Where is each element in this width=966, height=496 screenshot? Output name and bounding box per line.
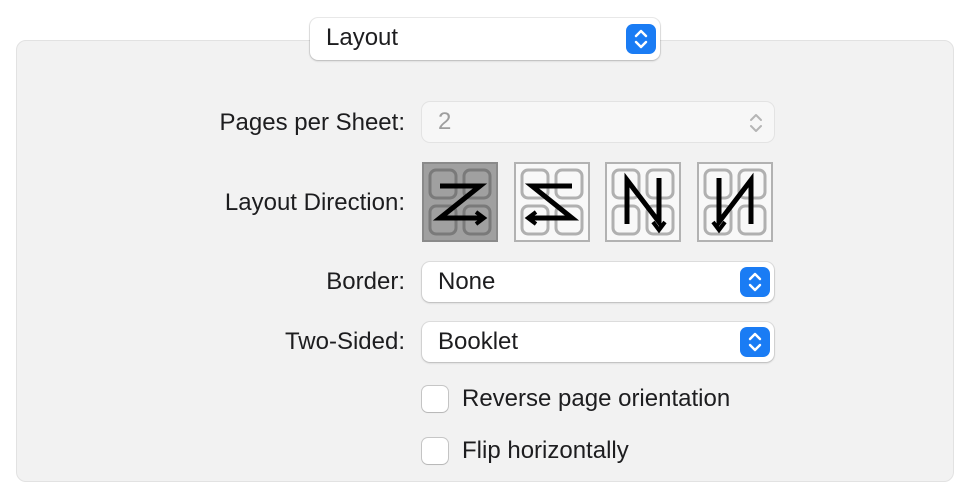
two-sided-value: Booklet xyxy=(438,328,519,355)
reverse-orientation-label[interactable]: Reverse page orientation xyxy=(462,384,730,414)
layout-direction-reverse-z-button[interactable] xyxy=(514,162,590,242)
pages-per-sheet-popup: 2 xyxy=(422,102,774,142)
section-popup-value: Layout xyxy=(326,24,399,51)
flip-horizontally-label[interactable]: Flip horizontally xyxy=(462,436,629,466)
layout-direction-label: Layout Direction: xyxy=(224,189,405,216)
border-value: None xyxy=(438,268,496,295)
two-sided-stepper-icon xyxy=(740,327,770,357)
border-stepper-icon xyxy=(740,267,770,297)
n-direction-icon xyxy=(703,168,767,236)
z-direction-icon xyxy=(428,168,492,236)
border-label: Border: xyxy=(326,268,405,295)
layout-direction-reverse-n-button[interactable] xyxy=(605,162,681,242)
pages-per-sheet-label: Pages per Sheet: xyxy=(219,109,405,136)
border-popup[interactable]: None xyxy=(422,262,774,302)
reverse-orientation-checkbox[interactable] xyxy=(422,386,448,412)
layout-direction-n-button[interactable] xyxy=(697,162,773,242)
flip-horizontally-checkbox[interactable] xyxy=(422,438,448,464)
pages-per-sheet-value: 2 xyxy=(438,108,452,135)
reverse-n-direction-icon xyxy=(611,168,675,236)
section-popup-menu[interactable]: Layout xyxy=(310,18,660,60)
two-sided-popup[interactable]: Booklet xyxy=(422,322,774,362)
section-popup-stepper-icon xyxy=(626,24,656,54)
chevron-updown-icon xyxy=(750,114,762,132)
two-sided-label: Two-Sided: xyxy=(284,328,405,355)
reverse-z-direction-icon xyxy=(520,168,584,236)
layout-direction-z-button[interactable] xyxy=(422,162,498,242)
